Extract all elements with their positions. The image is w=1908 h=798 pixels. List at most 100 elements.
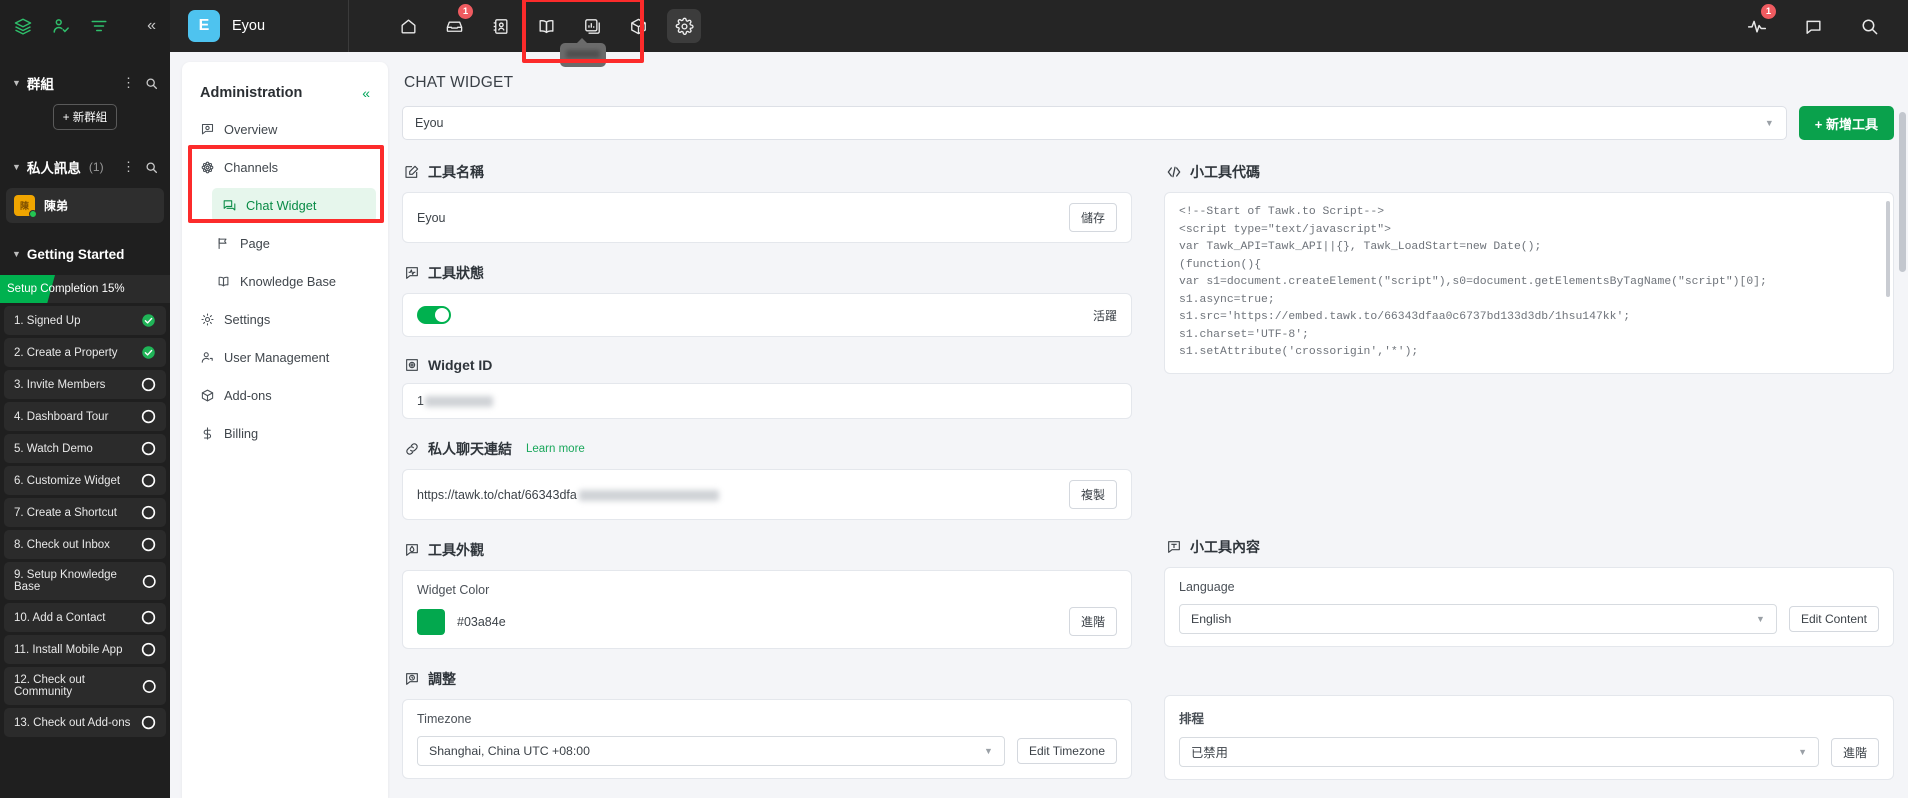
widget-content-title: 小工具內容 [1190,539,1260,555]
widget-id-value[interactable]: 1 [417,394,1117,408]
appearance-advanced-button[interactable]: 進階 [1068,607,1117,636]
layers-icon[interactable] [14,17,32,35]
chevron-down-icon: ▼ [1798,747,1807,757]
nav-addons-button[interactable] [621,9,655,43]
chevron-down-icon: ▼ [12,249,21,259]
setup-task-item[interactable]: 5. Watch Demo [4,434,166,463]
book-icon [218,276,229,286]
clock-adjust-icon [406,673,418,685]
admin-nav-item-page[interactable]: Page [182,226,388,260]
chevron-down-icon: ▼ [1764,118,1774,128]
new-group-button[interactable]: + 新群組 [52,104,118,130]
widget-code-box[interactable]: <!--Start of Tawk.to Script--> <script t… [1164,192,1894,374]
admin-nav-item-knowledge-base[interactable]: Knowledge Base [182,264,388,298]
admin-nav-item-settings[interactable]: Settings [182,302,388,336]
save-button[interactable]: 儲存 [1068,203,1117,232]
task-complete-icon [142,314,155,327]
nav-home-button[interactable] [391,9,425,43]
setup-task-label: 7. Create a Shortcut [14,506,117,519]
reports-icon [584,18,600,34]
dollar-icon [203,426,212,440]
adjust-section-header: 調整 [404,669,1132,689]
monitoring-button[interactable]: 1 [1740,4,1776,43]
admin-nav-item-label: Overview [224,121,278,137]
widget-color-swatch[interactable] [417,608,445,635]
nav-settings-button[interactable] [667,9,701,43]
setup-task-item[interactable]: 3. Invite Members [4,370,166,399]
admin-nav-item-billing[interactable]: Billing [182,416,388,450]
widget-content-card: Language English ▼ Edit Content [1164,567,1894,647]
language-select[interactable]: English ▼ [1179,604,1777,634]
filter-icon[interactable] [90,17,108,35]
groups-more-icon[interactable]: ⋮ [122,75,135,91]
user-check-icon[interactable] [52,17,70,35]
copy-link-button[interactable]: 複製 [1068,480,1117,509]
code-scrollbar[interactable] [1886,201,1890,297]
widget-status-title: 工具狀態 [428,265,484,281]
rail-section-dm[interactable]: ▼ 私人訊息 (1) ⋮ [0,150,170,184]
nav-contacts-button[interactable] [483,9,517,43]
chat-button[interactable] [1796,9,1830,43]
setup-task-item[interactable]: 8. Check out Inbox [4,530,166,559]
nav-knowledge-base-button[interactable] [529,9,563,43]
widget-code-section-header: 小工具代碼 [1166,162,1894,182]
appearance-droplet-icon [406,544,418,556]
setup-task-item[interactable]: 6. Customize Widget [4,466,166,495]
widget-selector[interactable]: Eyou ▼ [402,106,1787,140]
task-incomplete-icon [141,441,156,456]
edit-timezone-button[interactable]: Edit Timezone [1016,738,1117,764]
timezone-select[interactable]: Shanghai, China UTC +08:00 ▼ [417,736,1005,766]
brand[interactable]: E Eyou [170,0,348,52]
admin-nav-item-user-management[interactable]: User Management [182,340,388,374]
monitoring-pulse-icon [1747,20,1767,33]
dm-more-icon[interactable]: ⋮ [122,159,135,175]
edit-content-button[interactable]: Edit Content [1788,606,1879,632]
schedule-advanced-button[interactable]: 進階 [1830,737,1879,767]
topbar-divider [348,0,349,52]
link-icon [406,443,418,455]
private-chat-link-value[interactable]: https://tawk.to/chat/66343dfa [417,488,1059,502]
administration-collapse-button[interactable]: « [362,86,370,100]
widget-name-value[interactable]: Eyou [417,211,1059,225]
add-widget-button[interactable]: + 新增工具 [1798,106,1894,140]
groups-search-icon[interactable] [145,77,158,90]
admin-nav-item-label: Billing [224,425,259,441]
setup-task-item[interactable]: 7. Create a Shortcut [4,498,166,527]
setup-task-item[interactable]: 2. Create a Property [4,338,166,367]
setup-task-item[interactable]: 9. Setup Knowledge Base [4,562,166,600]
setup-task-item[interactable]: 10. Add a Contact [4,603,166,632]
setup-task-item[interactable]: 12. Check out Community [4,667,166,705]
task-incomplete-icon [141,537,156,552]
admin-nav-item-chat-widget[interactable]: Chat Widget [212,188,376,222]
search-button[interactable] [1852,9,1886,43]
schedule-select[interactable]: 已禁用 ▼ [1179,737,1819,767]
setup-task-item[interactable]: 13. Check out Add-ons [4,708,166,737]
widget-name-section-header: 工具名稱 [404,162,1132,182]
box-icon [201,389,214,401]
admin-nav-item-channels[interactable]: Channels [182,150,388,184]
two-column-layout: 工具名稱 Eyou 儲存 工具狀態 活躍 Widget ID 1 私人聊天連結 … [402,162,1894,798]
setup-task-label: 10. Add a Contact [14,611,106,624]
setup-task-label: 5. Watch Demo [14,442,93,455]
dm-search-icon[interactable] [145,161,158,174]
admin-nav-item-add-ons[interactable]: Add-ons [182,378,388,412]
admin-nav-item-overview[interactable]: Overview [182,112,388,146]
learn-more-link[interactable]: Learn more [526,443,585,455]
setup-task-item[interactable]: 1. Signed Up [4,306,166,335]
rail-section-groups[interactable]: ▼ 群組 ⋮ [0,66,170,100]
top-nav-icons: 1 [391,4,701,43]
private-chat-link-card: https://tawk.to/chat/66343dfa 複製 [402,469,1132,520]
setup-task-item[interactable]: 4. Dashboard Tour [4,402,166,431]
setup-task-label: 13. Check out Add-ons [14,716,131,729]
dm-list-item[interactable]: 陳 陳弟 [6,188,164,223]
edit-pencil-icon [405,165,419,178]
main-scrollbar-thumb[interactable] [1899,112,1906,272]
setup-task-item[interactable]: 11. Install Mobile App [4,635,166,664]
nav-inbox-button[interactable]: 1 [437,4,473,43]
left-column: 工具名稱 Eyou 儲存 工具狀態 活躍 Widget ID 1 私人聊天連結 … [402,162,1132,798]
right-column-spacer [1164,374,1894,537]
rail-collapse-button[interactable]: « [147,18,156,34]
rail-section-getting-started[interactable]: ▼ Getting Started [0,237,170,271]
admin-nav-item-label: Knowledge Base [240,273,337,289]
widget-status-toggle[interactable] [417,306,451,324]
